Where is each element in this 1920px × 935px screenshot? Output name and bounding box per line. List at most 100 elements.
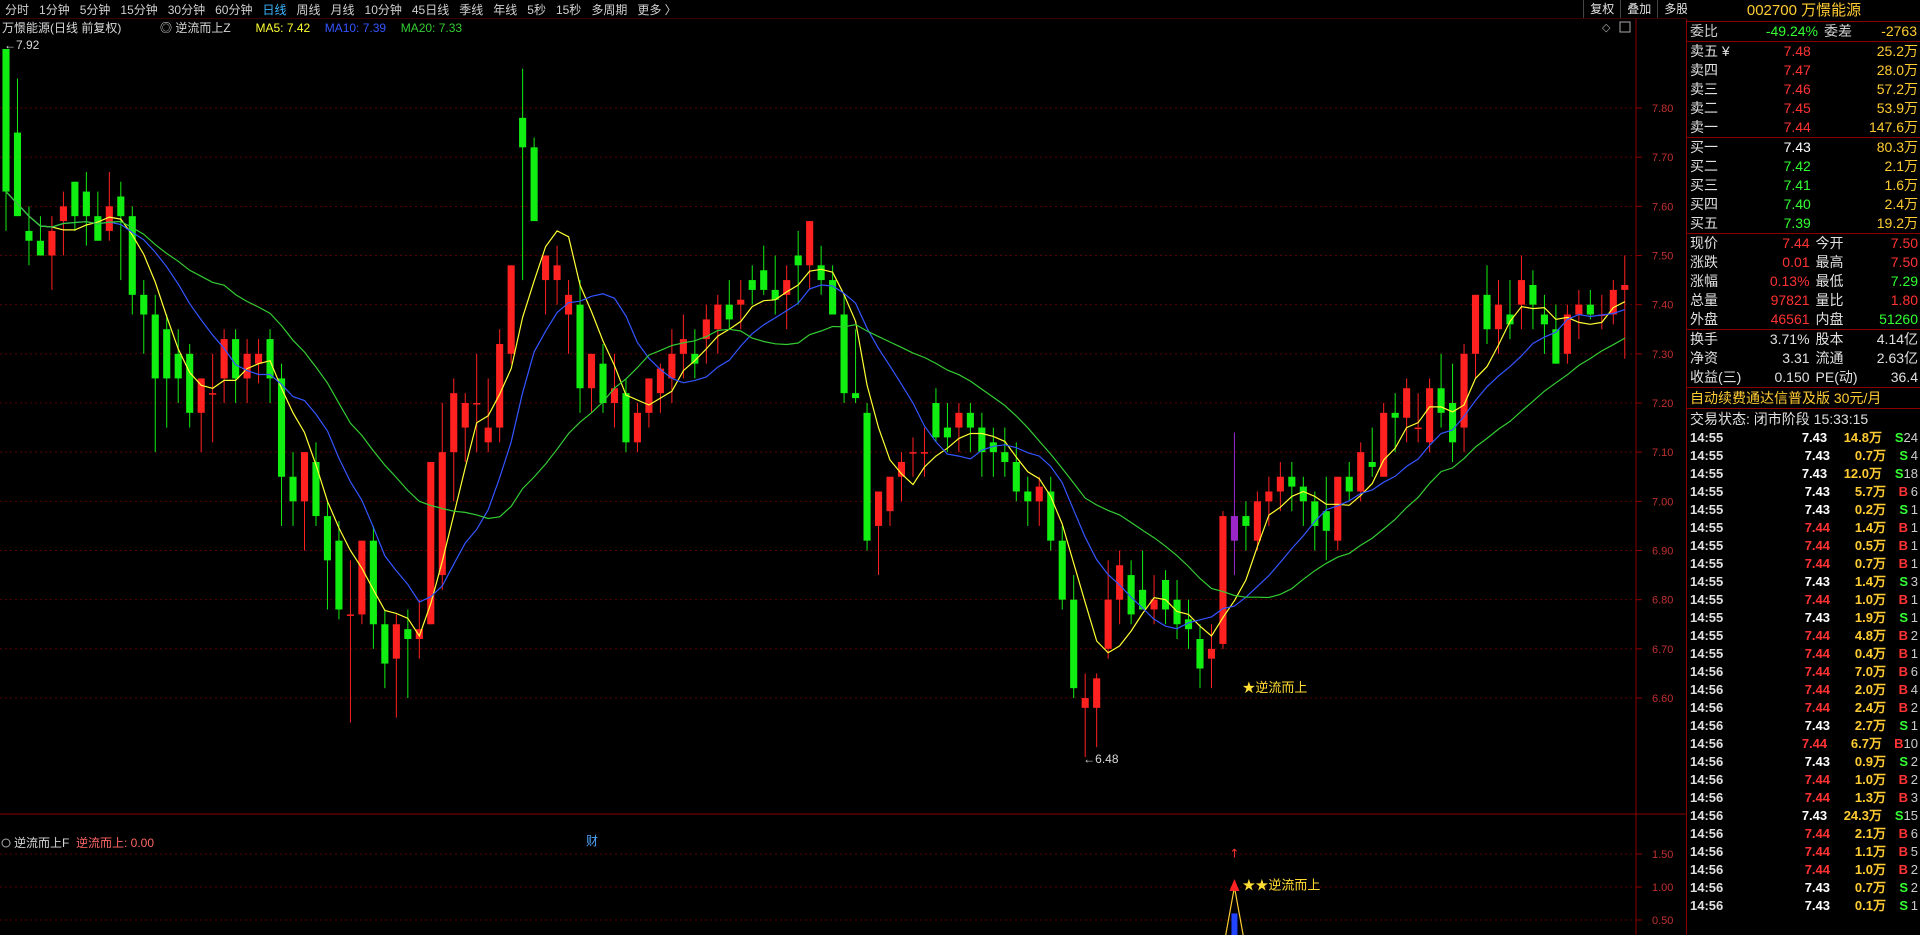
fundamental-stats: 换手 3.71% 股本 4.14亿 净资 3.31 流通 2.63亿 收益(三) 0.150 PE(… xyxy=(1687,330,1920,388)
tick-row[interactable]: 14:56 7.44 7.0万 B 6 xyxy=(1687,663,1920,681)
tick-time: 14:55 xyxy=(1690,466,1724,481)
tick-price: 7.43 xyxy=(1804,754,1830,769)
weicha-value: -2763 xyxy=(1881,23,1917,39)
tool-button[interactable]: 复权 xyxy=(1583,0,1620,18)
tick-time: 14:55 xyxy=(1690,574,1724,589)
tick-row[interactable]: 14:56 7.43 0.7万 S 2 xyxy=(1687,879,1920,897)
stat-value: 46561 xyxy=(1770,311,1810,327)
period-tab[interactable]: 周线 xyxy=(291,1,325,18)
tick-volume: 1.4万 xyxy=(1854,520,1886,535)
tick-row[interactable]: 14:55 7.44 1.4万 B 1 xyxy=(1687,519,1920,537)
buy-price: 7.42 xyxy=(1783,158,1811,174)
candle-body xyxy=(266,339,274,379)
candle-body xyxy=(209,393,217,395)
tick-row[interactable]: 14:56 7.43 0.1万 S 1 xyxy=(1687,897,1920,915)
candle-body xyxy=(1047,491,1055,541)
tick-side: S xyxy=(1899,718,1908,733)
tick-side: B xyxy=(1898,844,1908,859)
tool-button[interactable]: 叠加 xyxy=(1620,0,1657,18)
tick-volume: 1.1万 xyxy=(1854,844,1886,859)
period-tab[interactable]: 60分钟 xyxy=(210,1,257,18)
period-tab[interactable]: 15分钟 xyxy=(115,1,162,18)
period-tab[interactable]: 更多 〉 xyxy=(632,1,681,18)
kline-chart[interactable]: 7.80 7.70 7.60 7.50 7.40 7.30 7.20 7.10 7.00 6.90… xyxy=(0,19,1686,935)
tick-row[interactable]: 14:55 7.43 12.0万 S 18 xyxy=(1687,465,1920,483)
tick-row[interactable]: 14:55 7.44 1.0万 B 1 xyxy=(1687,591,1920,609)
tick-price: 7.43 xyxy=(1804,448,1830,463)
buy-level: 买二 7.42 2.1万 xyxy=(1687,157,1920,176)
tick-row[interactable]: 14:56 7.44 6.7万 B 10 xyxy=(1687,735,1920,753)
period-tab[interactable]: 分时 xyxy=(0,1,34,18)
buy-volume: 1.6万 xyxy=(1884,177,1918,193)
tick-row[interactable]: 14:56 7.44 2.4万 B 2 xyxy=(1687,699,1920,717)
legend-ma20: MA20: 7.33 xyxy=(401,21,463,35)
period-tab[interactable]: 月线 xyxy=(326,1,360,18)
candle-body xyxy=(450,393,458,453)
tick-list[interactable]: 14:55 7.43 14.8万 S 24 14:55 7.43 0.7万 S 4 14:55 7.4… xyxy=(1687,429,1920,915)
tick-row[interactable]: 14:55 7.43 0.7万 S 4 xyxy=(1687,447,1920,465)
sell-level: 卖四 7.47 28.0万 xyxy=(1687,61,1920,80)
tick-volume: 1.9万 xyxy=(1854,610,1886,625)
candle-body xyxy=(599,363,607,403)
tick-row[interactable]: 14:55 7.43 0.2万 S 1 xyxy=(1687,501,1920,519)
candle-body xyxy=(438,452,446,576)
period-tab[interactable]: 45日线 xyxy=(407,1,454,18)
period-tab[interactable]: 5分钟 xyxy=(75,1,116,18)
tick-row[interactable]: 14:56 7.43 2.7万 S 1 xyxy=(1687,717,1920,735)
sell-price: 7.45 xyxy=(1783,100,1811,116)
tick-row[interactable]: 14:55 7.43 5.7万 B 6 xyxy=(1687,483,1920,501)
stat-label: 涨跌 xyxy=(1690,254,1718,270)
candle-body xyxy=(48,230,56,256)
tick-side: S xyxy=(1899,898,1908,913)
tick-row[interactable]: 14:56 7.43 0.9万 S 2 xyxy=(1687,753,1920,771)
tick-row[interactable]: 14:56 7.43 24.3万 S 15 xyxy=(1687,807,1920,825)
subscription-notice[interactable]: 自动续费通达信普及版 30元/月 xyxy=(1687,388,1920,409)
tick-row[interactable]: 14:55 7.44 4.8万 B 2 xyxy=(1687,627,1920,645)
tick-row[interactable]: 14:56 7.44 1.1万 B 5 xyxy=(1687,843,1920,861)
tick-row[interactable]: 14:56 7.44 1.0万 B 2 xyxy=(1687,771,1920,789)
ma10-line xyxy=(5,191,1625,630)
period-tab[interactable]: 10分钟 xyxy=(360,1,407,18)
candle-body xyxy=(255,353,263,364)
tick-row[interactable]: 14:56 7.44 2.1万 B 6 xyxy=(1687,825,1920,843)
candle-body xyxy=(633,412,641,443)
chart-area[interactable]: 7.80 7.70 7.60 7.50 7.40 7.30 7.20 7.10 7.00 6.90… xyxy=(0,19,1686,935)
period-tab[interactable]: 30分钟 xyxy=(163,1,210,18)
tick-price: 7.43 xyxy=(1801,430,1828,445)
tick-row[interactable]: 14:55 7.43 1.4万 S 3 xyxy=(1687,573,1920,591)
period-tab[interactable]: 季线 xyxy=(454,1,488,18)
candle-body xyxy=(186,353,194,413)
candle-body xyxy=(1035,486,1043,502)
tick-volume: 5.7万 xyxy=(1854,484,1886,499)
tick-side: B xyxy=(1898,520,1908,535)
price-axis-label: 6.80 xyxy=(1652,595,1673,607)
tick-price: 7.43 xyxy=(1804,898,1830,913)
tick-price: 7.44 xyxy=(1804,862,1830,877)
candle-body xyxy=(714,304,722,330)
period-tab[interactable]: 年线 xyxy=(488,1,522,18)
tick-row[interactable]: 14:56 7.44 2.0万 B 4 xyxy=(1687,681,1920,699)
tick-row[interactable]: 14:56 7.44 1.3万 B 3 xyxy=(1687,789,1920,807)
period-tab[interactable]: 日线 xyxy=(257,1,291,18)
period-tab[interactable]: 15秒 xyxy=(551,1,586,18)
tick-row[interactable]: 14:55 7.44 0.7万 B 1 xyxy=(1687,555,1920,573)
weibi-label: 委比 xyxy=(1690,23,1718,39)
tick-price: 7.44 xyxy=(1804,592,1830,607)
period-tab[interactable]: 多周期 xyxy=(586,1,632,18)
period-tab[interactable]: 5秒 xyxy=(522,1,551,18)
tick-price: 7.43 xyxy=(1804,880,1830,895)
tick-row[interactable]: 14:55 7.44 0.4万 B 1 xyxy=(1687,645,1920,663)
tick-side: B xyxy=(1898,592,1908,607)
tick-count: 24 xyxy=(1903,430,1919,445)
stat-value: 7.50 xyxy=(1890,235,1919,251)
sell-level: 卖三 7.46 57.2万 xyxy=(1687,80,1920,99)
candle-body xyxy=(1104,599,1112,649)
tick-row[interactable]: 14:55 7.44 0.5万 B 1 xyxy=(1687,537,1920,555)
period-tab[interactable]: 1分钟 xyxy=(34,1,75,18)
candle-body xyxy=(1414,427,1422,430)
tick-row[interactable]: 14:55 7.43 1.9万 S 1 xyxy=(1687,609,1920,627)
stat-value: 3.31 xyxy=(1782,350,1810,366)
tick-row[interactable]: 14:55 7.43 14.8万 S 24 xyxy=(1687,429,1920,447)
candle-body xyxy=(381,624,389,664)
tick-row[interactable]: 14:56 7.44 1.0万 B 2 xyxy=(1687,861,1920,879)
